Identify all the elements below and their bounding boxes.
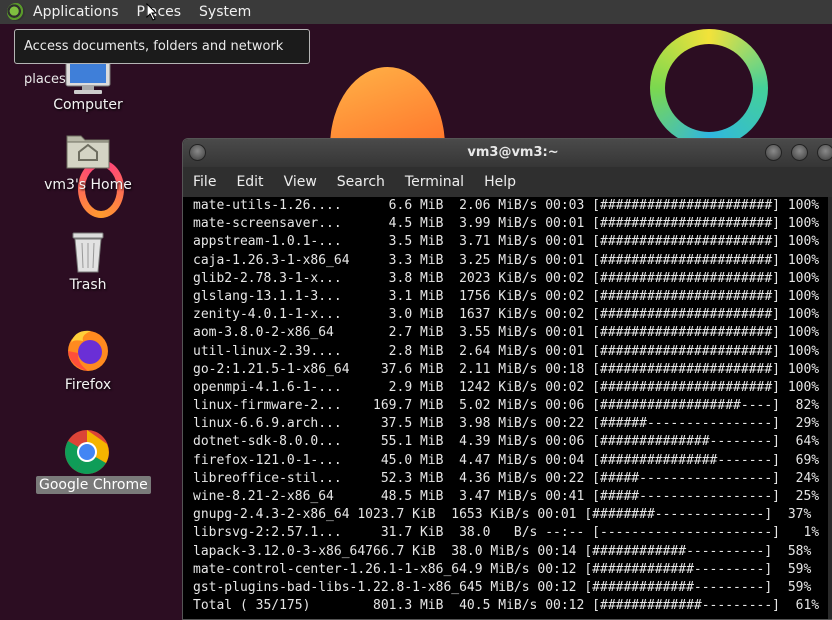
output-line: wine-8.21-2-x86_64 48.5 MiB 3.47 MiB/s 0… [193,489,820,504]
menu-view[interactable]: View [284,174,317,190]
system-menu[interactable]: System [199,4,251,20]
minimize-button[interactable] [765,144,782,161]
trash-icon [72,232,104,273]
output-line: gst-plugins-bad-libs-1.22.8-1-x86_645 Mi… [193,579,812,595]
menu-help[interactable]: Help [484,174,516,190]
mouse-pointer-icon [146,3,158,21]
output-line: linux-firmware-2... 169.7 MiB 5.02 MiB/s… [193,398,820,414]
output-line: mate-screensaver... 4.5 MiB 3.99 MiB/s 0… [193,216,820,232]
terminal-scrollbar[interactable]: ▲ [828,197,832,619]
output-line: go-2:1.21.5-1-x86_64 37.6 MiB 2.11 MiB/s… [193,361,820,377]
maximize-button[interactable] [791,144,808,161]
menu-edit[interactable]: Edit [236,174,263,190]
output-line: appstream-1.0.1-... 3.5 MiB 3.71 MiB/s 0… [193,234,820,250]
terminal-title: vm3@vm3:~ [467,145,559,160]
menu-search[interactable]: Search [337,174,385,190]
window-menu-button[interactable] [189,144,206,161]
output-line: aom-3.8.0-2-x86_64 2.7 MiB 3.55 MiB/s 00… [193,325,820,341]
output-line: librsvg-2:2.57.1... 31.7 KiB 38.0 B/s --… [193,525,820,541]
output-line: util-linux-2.39.... 2.8 MiB 2.64 MiB/s 0… [193,343,820,359]
output-line: mate-utils-1.26.... 6.6 MiB 2.06 MiB/s 0… [193,198,820,213]
firefox-label: Firefox [64,377,112,393]
top-panel: Applications Places System [0,0,832,24]
output-line: openmpi-4.1.6-1-... 2.9 MiB 1242 KiB/s 0… [193,379,820,395]
home-folder-icon [66,135,110,169]
wallpaper-ring [650,29,768,147]
output-line: firefox-121.0-1-... 45.0 MiB 4.47 MiB/s … [193,452,820,468]
computer-label: Computer [53,97,123,113]
output-line: Total ( 35/175) 801.3 MiB 40.5 MiB/s 00:… [193,598,820,614]
places-tooltip: Access documents, folders and network pl… [14,29,310,87]
google-chrome-icon [65,430,109,474]
output-line: mate-control-center-1.26.1-1-x86_64.9 Mi… [193,561,812,577]
home-label: vm3's Home [44,177,132,193]
chrome-label: Google Chrome [36,476,151,494]
mate-logo-icon[interactable] [7,3,25,21]
menu-terminal[interactable]: Terminal [405,174,464,190]
output-line: caja-1.26.3-1-x86_64 3.3 MiB 3.25 MiB/s … [193,252,820,268]
output-line: lapack-3.12.0-3-x86_64766.7 KiB 38.0 MiB… [193,543,812,559]
menu-file[interactable]: File [193,174,216,190]
applications-menu[interactable]: Applications [33,4,119,20]
output-line: glslang-13.1.1-3... 3.1 MiB 1756 KiB/s 0… [193,288,820,304]
output-line: glib2-2.78.3-1-x... 3.8 MiB 2023 KiB/s 0… [193,270,820,286]
terminal-output[interactable]: mate-utils-1.26.... 6.6 MiB 2.06 MiB/s 0… [183,197,828,619]
terminal-menubar: File Edit View Search Terminal Help [183,167,832,197]
close-button[interactable] [817,144,832,161]
places-menu[interactable]: Places [137,4,182,20]
firefox-icon [68,330,108,371]
trash-label: Trash [69,277,107,293]
output-line: zenity-4.0.1-1-x... 3.0 MiB 1637 KiB/s 0… [193,307,820,323]
output-line: gnupg-2.4.3-2-x86_64 1023.7 KiB 1653 KiB… [193,507,812,523]
output-line: dotnet-sdk-8.0.0... 55.1 MiB 4.39 MiB/s … [193,434,820,450]
output-line: libreoffice-stil... 52.3 MiB 4.36 MiB/s … [193,470,820,486]
terminal-window[interactable]: vm3@vm3:~ File Edit View Search Terminal… [182,138,832,620]
scroll-up-icon[interactable]: ▲ [828,197,832,212]
terminal-titlebar[interactable]: vm3@vm3:~ [183,139,832,167]
output-line: linux-6.6.9.arch... 37.5 MiB 3.98 MiB/s … [193,416,820,432]
